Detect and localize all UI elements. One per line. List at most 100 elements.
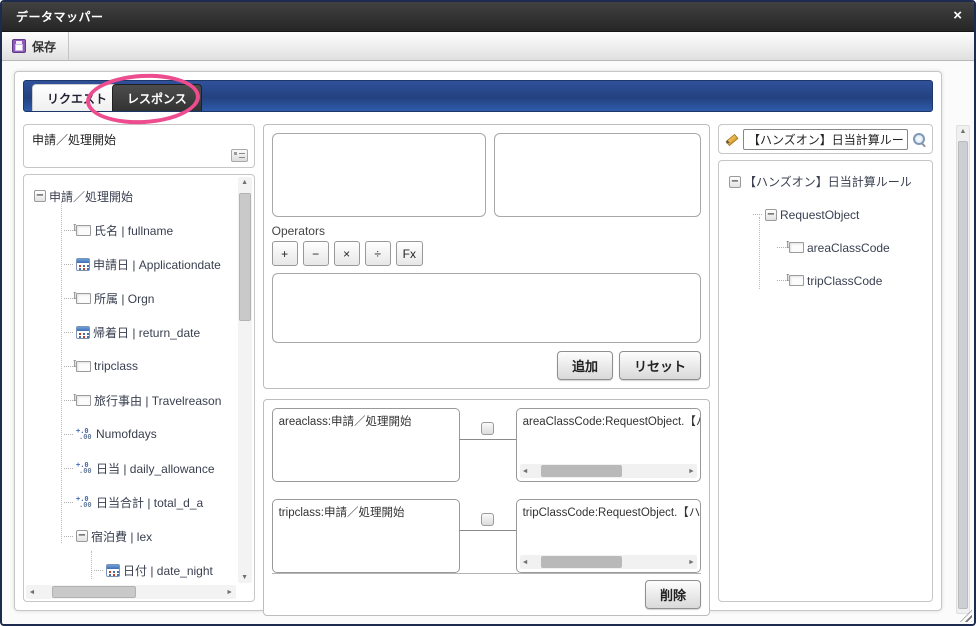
collapse-toggle-icon[interactable]: − [34, 190, 46, 202]
function-operator-button[interactable]: Fx [396, 241, 423, 266]
collapse-toggle-icon[interactable]: − [729, 176, 741, 188]
tree-guide-line [61, 201, 62, 543]
divide-operator-button[interactable]: ÷ [365, 241, 391, 266]
number-icon: +.0.00 [76, 428, 93, 440]
tree-item[interactable]: 所属 | Orgn [28, 281, 236, 315]
source-column: 申請／処理開始 −申請／処理開始氏名 | fullname 申請日 | Appli… [23, 124, 255, 602]
tree-item[interactable]: −申請／処理開始 [28, 179, 236, 213]
tree-item[interactable]: −【ハンズオン】日当計算ルール [723, 165, 928, 198]
scrollbar-thumb[interactable] [239, 193, 251, 321]
tree-item[interactable]: +.0.00日当 | daily_allowance [28, 451, 236, 485]
operand-drop-zone-left[interactable] [272, 133, 486, 217]
tree-item[interactable]: 旅行事由 | Travelreason [28, 383, 236, 417]
text-field-icon [76, 293, 91, 304]
tab-request[interactable]: リクエスト [32, 84, 122, 111]
pencil-icon [724, 132, 739, 147]
horizontal-scrollbar[interactable]: ◄ ► [26, 585, 236, 599]
vertical-scrollbar[interactable]: ▲ ▼ [238, 177, 252, 583]
tree-guide-stub [64, 298, 73, 299]
scroll-right-icon[interactable]: ► [686, 468, 697, 475]
calendar-icon [76, 258, 90, 271]
expression-result-box[interactable] [272, 273, 701, 343]
scrollbar-thumb[interactable] [541, 556, 622, 568]
scroll-right-icon[interactable]: ► [224, 589, 236, 596]
tree-item[interactable]: tripClassCode [723, 264, 928, 297]
tree-item-label: RequestObject [780, 208, 859, 222]
tab-bar: リクエスト レスポンス [23, 80, 933, 112]
delete-button[interactable]: 削除 [645, 580, 701, 609]
reset-button[interactable]: リセット [619, 351, 701, 380]
list-icon[interactable] [231, 149, 248, 162]
search-icon[interactable] [912, 132, 927, 147]
toolbar: 保存 [2, 32, 974, 61]
tree-guide-stub [777, 280, 786, 281]
tree-item[interactable]: 帰着日 | return_date [28, 315, 236, 349]
tree-guide-stub [777, 247, 786, 248]
tree-item[interactable]: 申請日 | Applicationdate [28, 247, 236, 281]
tree-item-label: 【ハンズオン】日当計算ルール [744, 173, 912, 190]
floppy-disk-icon [12, 39, 26, 53]
mapping-source-box[interactable]: areaclass:申請／処理開始 [272, 408, 460, 482]
dialog-vertical-scrollbar[interactable]: ▲ [956, 125, 970, 614]
tree-guide-line [91, 551, 92, 579]
scrollbar-thumb[interactable] [958, 141, 968, 609]
rule-search-input[interactable] [743, 129, 908, 150]
scroll-up-icon[interactable]: ▲ [238, 179, 252, 186]
save-button[interactable]: 保存 [2, 32, 69, 60]
tree-item[interactable]: +.0.00日当合計 | total_d_a [28, 485, 236, 519]
text-field-icon [76, 395, 91, 406]
scroll-up-icon[interactable]: ▲ [957, 128, 969, 135]
tree-item[interactable]: +.0.00Numofdays [28, 417, 236, 451]
mapping-target-label: areaClassCode:RequestObject.【ハ [523, 413, 694, 429]
scrollbar-thumb[interactable] [52, 586, 136, 598]
mapping-checkbox[interactable] [481, 422, 494, 435]
rule-column: −【ハンズオン】日当計算ルール−RequestObjectareaClassCo… [718, 124, 933, 602]
title-bar: データマッパー × [2, 2, 974, 32]
scrollbar-thumb[interactable] [541, 465, 622, 477]
expression-panel: Operators + − × ÷ Fx 追加 リセット [263, 124, 710, 389]
close-icon[interactable]: × [953, 7, 962, 25]
mapping-connector [460, 499, 516, 573]
scroll-right-icon[interactable]: ► [686, 559, 697, 566]
tree-item-label: 日当 | daily_allowance [96, 460, 215, 477]
add-button[interactable]: 追加 [557, 351, 613, 380]
text-field-icon [789, 275, 804, 286]
source-tree-box: −申請／処理開始氏名 | fullname 申請日 | Applicationda… [23, 174, 255, 602]
scroll-left-icon[interactable]: ◄ [26, 589, 38, 596]
tree-item-label: tripclass [94, 359, 138, 373]
text-field-icon [76, 225, 91, 236]
operand-drop-zone-right[interactable] [494, 133, 701, 217]
scroll-down-icon[interactable]: ▼ [238, 574, 252, 581]
scroll-left-icon[interactable]: ◄ [520, 559, 531, 566]
mapping-source-box[interactable]: tripclass:申請／処理開始 [272, 499, 460, 573]
calendar-icon [76, 326, 90, 339]
mapping-target-box[interactable]: tripClassCode:RequestObject.【ハ】◄► [516, 499, 701, 573]
scroll-left-icon[interactable]: ◄ [520, 468, 531, 475]
tree-item-label: 日当合計 | total_d_a [96, 494, 203, 511]
tree-item[interactable]: tripclass [28, 349, 236, 383]
tree-guide-stub [64, 400, 73, 401]
tree-item[interactable]: 氏名 | fullname [28, 213, 236, 247]
tab-response[interactable]: レスポンス [112, 84, 202, 111]
plus-operator-button[interactable]: + [272, 241, 298, 266]
tree-item-label: 氏名 | fullname [94, 222, 173, 239]
minus-operator-button[interactable]: − [303, 241, 329, 266]
collapse-toggle-icon[interactable]: − [76, 530, 88, 542]
mapping-connector [460, 408, 516, 482]
horizontal-scrollbar[interactable]: ◄► [520, 464, 697, 478]
tree-item[interactable]: −RequestObject [723, 198, 928, 231]
tree-item-label: 日付 | date_night [123, 562, 213, 579]
number-icon: +.0.00 [76, 496, 93, 508]
mapping-checkbox[interactable] [481, 513, 494, 526]
tree-guide-stub [64, 264, 73, 265]
horizontal-scrollbar[interactable]: ◄► [520, 555, 697, 569]
tree-item-label: 旅行事由 | Travelreason [94, 392, 221, 409]
tree-item[interactable]: 日付 | date_night [28, 553, 236, 583]
mapping-target-box[interactable]: areaClassCode:RequestObject.【ハ◄► [516, 408, 701, 482]
multiply-operator-button[interactable]: × [334, 241, 360, 266]
tree-item[interactable]: areaClassCode [723, 231, 928, 264]
tree-item[interactable]: −宿泊費 | lex [28, 519, 236, 553]
collapse-toggle-icon[interactable]: − [765, 209, 777, 221]
rule-search-box [718, 124, 933, 154]
source-header-box[interactable]: 申請／処理開始 [23, 124, 255, 168]
